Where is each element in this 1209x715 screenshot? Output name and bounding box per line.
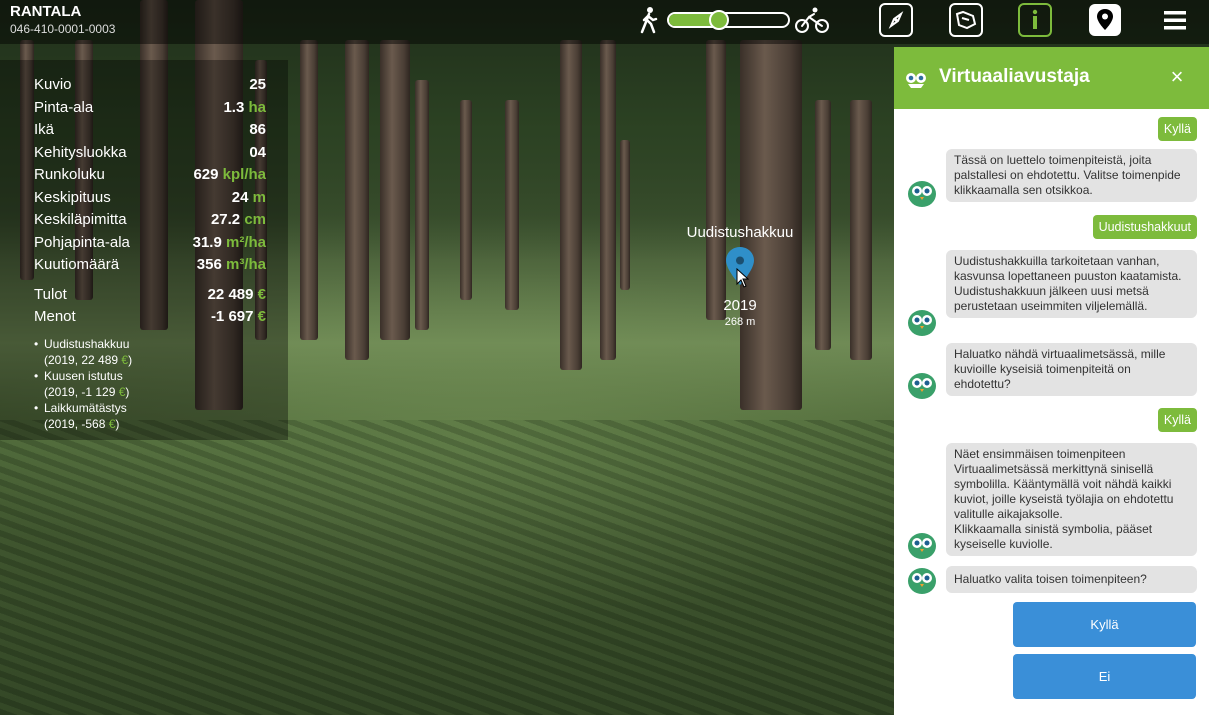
stat-row: Ikä 86 [34,121,266,138]
marker-year: 2019 [723,297,757,314]
info-icon [1032,9,1038,29]
assistant-message: Uudistushakkuilla tarkoitetaan vanhan, k… [946,250,1197,318]
map-view-button[interactable] [949,3,983,37]
user-message: Kyllä [1157,117,1197,141]
movement-speed-slider[interactable] [667,10,790,30]
stat-row: Kuvio 25 [34,76,266,93]
stand-id: 046-410-0001-0003 [10,22,116,36]
mouse-cursor-icon [736,268,750,288]
info-button[interactable] [1018,3,1052,37]
finance-row: Tulot 22 489 € [34,286,266,303]
yes-button[interactable]: Kyllä [1013,602,1196,647]
bike-icon[interactable] [794,6,830,34]
finance-row: Menot -1 697 € [34,308,266,325]
marker-distance: 268 m [724,316,756,328]
stat-row: Keskipituus 24 m [34,189,266,206]
close-icon[interactable]: × [1164,63,1190,91]
tree-trunk [380,40,410,340]
owl-avatar-icon [908,533,936,559]
tree-trunk [460,100,472,300]
assistant-message: Haluatko nähdä virtuaalimetsässä, mille … [946,343,1197,396]
tree-trunk [560,40,582,370]
operation-item: Uudistushakkuu (2019, 22 489 €) [34,336,274,368]
assistant-message: Näet ensimmäisen toimenpiteen Virtuaalim… [946,443,1197,556]
menu-button[interactable] [1158,3,1192,37]
owl-avatar-icon [908,310,936,336]
owl-avatar-icon [908,373,936,399]
tree-trunk [300,40,318,340]
stand-title: RANTALA [10,3,82,20]
tree-trunk [505,100,519,310]
tree-trunk [620,140,630,290]
assistant-message: Haluatko valita toisen toimenpiteen? [946,566,1197,593]
virtual-assistant-panel: Virtuaaliavustaja × Kyllä Tässä on luett… [894,47,1209,715]
owl-logo-icon [906,73,926,88]
assistant-message: Tässä on luettelo toimenpiteistä, joita … [946,149,1197,202]
operation-item: Kuusen istutus (2019, -1 129 €) [34,368,274,400]
stat-row: Kehitysluokka 04 [34,144,266,161]
tree-trunk [706,40,726,320]
marker-label[interactable]: Uudistushakkuu [660,224,820,241]
stat-row: Pohjapinta-ala 31.9 m²/ha [34,234,266,251]
user-message: Uudistushakkuut [1092,215,1197,239]
compass-button[interactable] [879,3,913,37]
assistant-header: Virtuaaliavustaja × [894,47,1209,109]
map-view-icon [955,10,977,30]
owl-avatar-icon [908,181,936,207]
operation-item: Laikkumätästys (2019, -568 €) [34,400,274,432]
tree-trunk [850,100,872,360]
location-button[interactable] [1088,3,1122,37]
top-bar: RANTALA 046-410-0001-0003 [0,0,1209,44]
stat-row: Runkoluku 629 kpl/ha [34,166,266,183]
menu-icon [1164,11,1186,30]
speed-slider-knob[interactable] [708,10,729,30]
user-message: Kyllä [1157,408,1197,432]
assistant-title: Virtuaaliavustaja [939,66,1090,87]
tree-trunk [600,40,616,360]
operations-list: Uudistushakkuu (2019, 22 489 €) Kuusen i… [34,336,274,432]
tree-trunk [345,40,369,360]
owl-avatar-icon [908,568,936,594]
stat-row: Kuutiomäärä 356 m³/ha [34,256,266,273]
stat-row: Keskiläpimitta 27.2 cm [34,211,266,228]
location-pin-icon [1089,4,1121,36]
stat-row: Pinta-ala 1.3 ha [34,99,266,116]
tree-trunk [415,80,429,330]
walk-icon[interactable] [638,6,660,34]
no-button[interactable]: Ei [1013,654,1196,699]
compass-icon [888,11,904,29]
